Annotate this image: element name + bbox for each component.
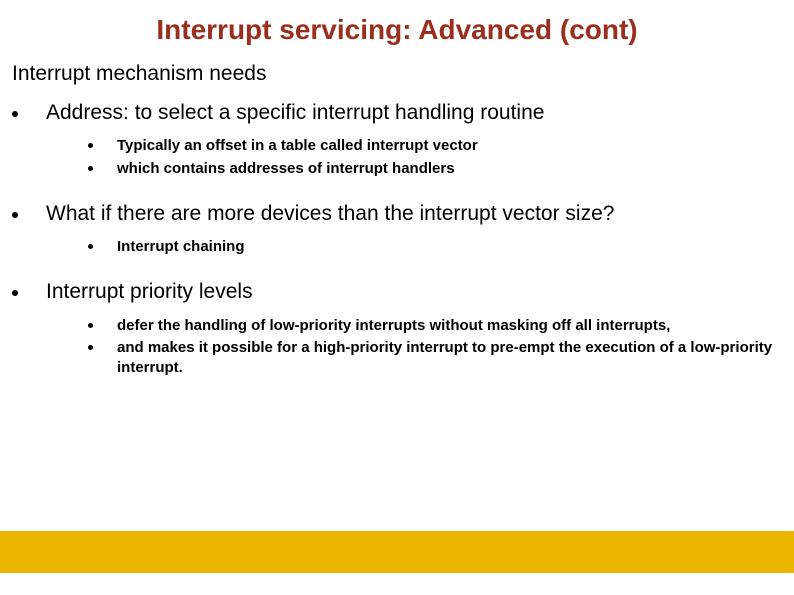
sub-item-text: defer the handling of low-priority inter… (117, 316, 690, 336)
list-item-text: Address: to select a specific interrupt … (46, 100, 794, 126)
footer-bar (0, 531, 794, 573)
bullet-icon (88, 166, 93, 171)
slide: Interrupt servicing: Advanced (cont) Int… (0, 0, 794, 595)
slide-title: Interrupt servicing: Advanced (cont) (0, 0, 794, 56)
sub-item-text: Interrupt chaining (117, 237, 265, 257)
bullet-icon (12, 290, 18, 296)
sub-item-text: Typically an offset in a table called in… (117, 136, 498, 156)
bullet-list: Address: to select a specific interrupt … (0, 100, 794, 392)
bullet-icon (88, 143, 93, 148)
bullet-icon (12, 111, 18, 117)
slide-subtitle: Interrupt mechanism needs (0, 56, 794, 100)
bullet-icon (88, 345, 93, 350)
bullet-icon (88, 323, 93, 328)
sub-item: and makes it possible for a high-priorit… (88, 338, 794, 379)
list-item-content: What if there are more devices than the … (46, 201, 794, 272)
sub-item-text: which contains addresses of interrupt ha… (117, 159, 475, 179)
list-item: Address: to select a specific interrupt … (12, 100, 794, 193)
sub-list: Interrupt chaining (46, 237, 794, 257)
sub-item: which contains addresses of interrupt ha… (88, 159, 794, 179)
list-item-text: Interrupt priority levels (46, 279, 794, 305)
sub-item: defer the handling of low-priority inter… (88, 316, 794, 336)
list-item: What if there are more devices than the … (12, 201, 794, 272)
list-item-content: Address: to select a specific interrupt … (46, 100, 794, 193)
bullet-icon (88, 244, 93, 249)
sub-item-text: and makes it possible for a high-priorit… (117, 338, 794, 379)
list-item-content: Interrupt priority levels defer the hand… (46, 279, 794, 392)
sub-list: defer the handling of low-priority inter… (46, 316, 794, 379)
sub-item: Interrupt chaining (88, 237, 794, 257)
sub-list: Typically an offset in a table called in… (46, 136, 794, 179)
bullet-icon (12, 212, 18, 218)
list-item: Interrupt priority levels defer the hand… (12, 279, 794, 392)
list-item-text: What if there are more devices than the … (46, 201, 794, 227)
sub-item: Typically an offset in a table called in… (88, 136, 794, 156)
